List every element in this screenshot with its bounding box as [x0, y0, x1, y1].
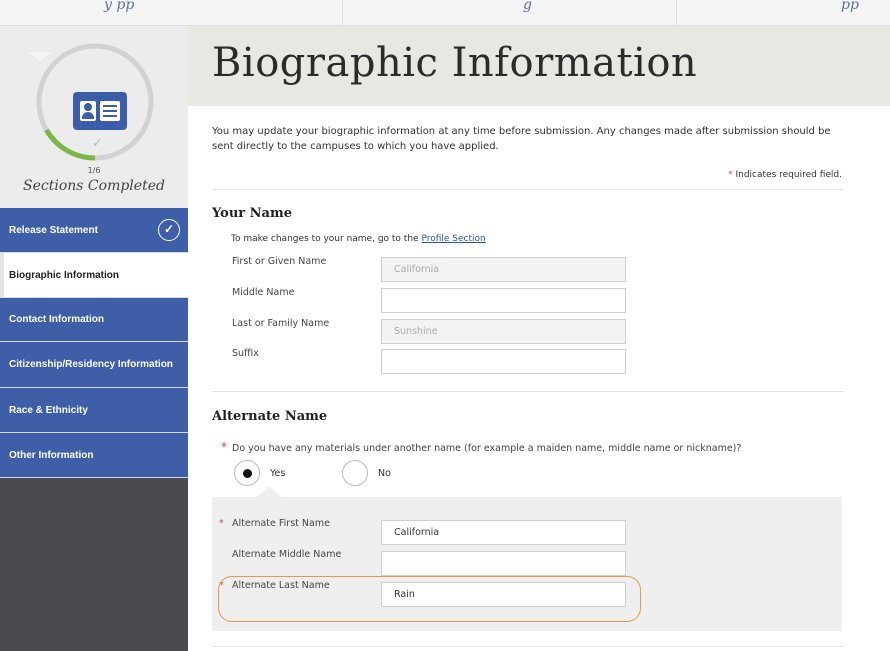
panel-notch — [257, 486, 281, 497]
sidebar-item-label: Biographic Information — [9, 269, 119, 281]
yes-radio[interactable] — [234, 460, 260, 486]
last-name-input — [381, 319, 626, 344]
suffix-label: Suffix — [232, 348, 259, 359]
sidebar-item-biographic-information[interactable]: Biographic Information — [0, 253, 188, 298]
progress-panel: ✓ 1/6 Sections Completed — [0, 26, 188, 208]
progress-count: 1/6 — [87, 166, 101, 175]
question-text: Do you have any materials under another … — [232, 443, 742, 454]
alternate-name-heading: Alternate Name — [212, 409, 328, 424]
required-field-note: * Indicates required field. — [728, 170, 842, 180]
required-star: * — [221, 440, 227, 454]
alternate-name-question: * Do you have any materials under another… — [221, 440, 741, 454]
divider — [212, 646, 844, 647]
top-progress-nav: y pp g pp — [0, 0, 890, 26]
completed-check-icon: ✓ — [158, 219, 180, 241]
top-tab-2[interactable]: g — [343, 0, 677, 25]
page-title: Biographic Information — [212, 40, 698, 86]
profile-section-link[interactable]: Profile Section — [421, 234, 485, 244]
first-name-label: First or Given Name — [232, 256, 327, 267]
sidebar-item-race-ethnicity[interactable]: Race & Ethnicity — [0, 388, 188, 433]
first-name-input — [381, 257, 626, 282]
no-radio[interactable] — [342, 460, 368, 486]
top-tab-2-label: g — [523, 0, 532, 13]
sidebar-item-release-statement[interactable]: Release Statement ✓ — [0, 208, 188, 253]
profile-hint: To make changes to your name, go to the … — [231, 234, 486, 244]
checkmark-icon: ✓ — [92, 136, 103, 151]
top-tab-1-label: y pp — [104, 0, 135, 13]
sidebar-item-contact-information[interactable]: Contact Information — [0, 298, 188, 342]
highlight-outline — [218, 576, 641, 622]
alt-first-name-label: * Alternate First Name — [219, 518, 330, 529]
no-radio-label[interactable]: No — [378, 468, 391, 479]
alt-middle-name-input[interactable] — [381, 551, 626, 576]
sidebar-item-label: Release Statement — [9, 224, 98, 236]
sidebar-item-label: Citizenship/Residency Information — [9, 359, 173, 370]
sidebar-item-label: Contact Information — [9, 314, 104, 325]
alt-middle-name-label: Alternate Middle Name — [232, 549, 342, 560]
sidebar-item-label: Other Information — [9, 449, 94, 461]
intro-text: You may update your biographic informati… — [212, 126, 831, 152]
id-card-icon — [73, 92, 127, 130]
divider — [212, 391, 844, 392]
suffix-input[interactable] — [381, 349, 626, 374]
alt-first-name-input[interactable] — [381, 520, 626, 545]
alt-first-name-label-text: Alternate First Name — [232, 518, 330, 529]
middle-name-label: Middle Name — [232, 287, 295, 298]
sidebar-item-other-information[interactable]: Other Information — [0, 433, 188, 478]
top-tab-3-label: pp — [841, 0, 859, 13]
required-note-text: Indicates required field. — [735, 170, 842, 180]
sidebar-item-label: Race & Ethnicity — [9, 404, 88, 416]
sidebar-item-citizenship-residency[interactable]: Citizenship/Residency Information — [0, 342, 188, 388]
progress-arc — [44, 128, 96, 161]
progress-label: Sections Completed — [23, 178, 165, 194]
required-star: * — [728, 170, 733, 180]
hint-text: To make changes to your name, go to the — [231, 234, 419, 244]
your-name-heading: Your Name — [212, 206, 292, 221]
top-tab-3[interactable]: pp — [677, 0, 890, 25]
page-header: Biographic Information — [188, 26, 890, 106]
required-star: * — [219, 518, 224, 529]
last-name-label: Last or Family Name — [232, 318, 330, 329]
sidebar: ✓ 1/6 Sections Completed Release Stateme… — [0, 26, 188, 651]
middle-name-input[interactable] — [381, 288, 626, 313]
top-tab-1[interactable]: y pp — [0, 0, 343, 25]
divider — [212, 189, 844, 190]
yes-radio-label[interactable]: Yes — [270, 468, 285, 479]
